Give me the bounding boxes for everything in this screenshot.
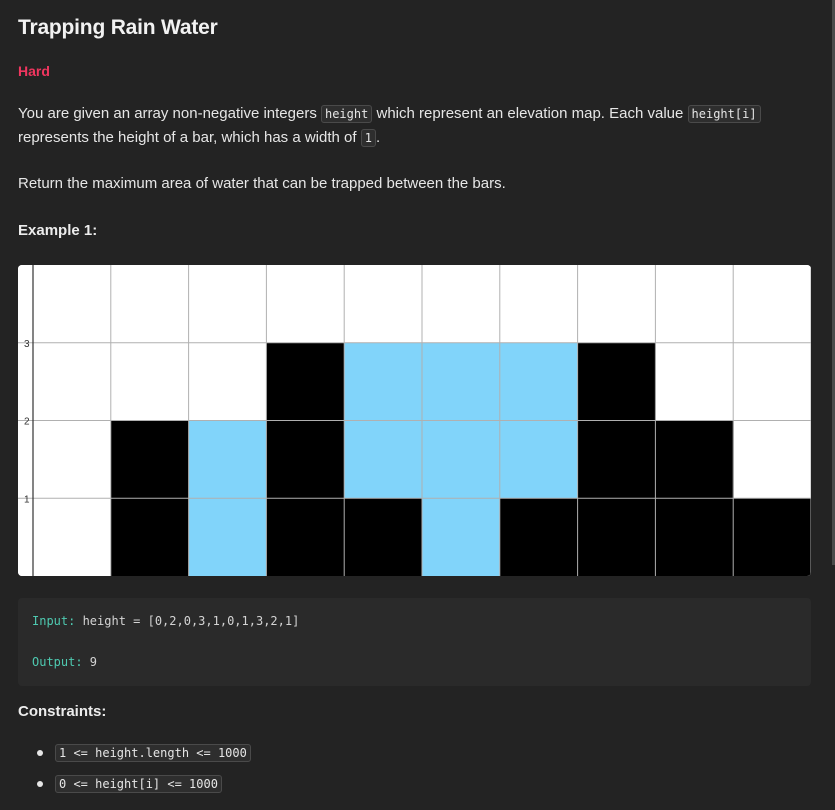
constraint-item: 1 <= height.length <= 1000: [18, 744, 251, 775]
inline-code-height: height: [320, 105, 373, 123]
constraint-code: 1 <= height.length <= 1000: [55, 744, 251, 762]
constraints-title: Constraints:: [18, 703, 107, 720]
description-text: which represent an elevation map. Each v…: [372, 105, 688, 122]
bullet-icon: [37, 781, 43, 787]
elevation-map-figure: 1 2 3: [18, 265, 811, 576]
elevation-bar: [344, 498, 423, 576]
elevation-bar: [499, 498, 579, 576]
elevation-bar: [266, 342, 345, 576]
example-io-block: Input: height = [0,2,0,3,1,0,1,3,2,1] Ou…: [18, 598, 811, 686]
y-tick-label: 3: [24, 339, 30, 350]
y-tick-label: 2: [24, 417, 30, 428]
bullet-icon: [37, 750, 43, 756]
output-label: Output:: [32, 655, 83, 669]
example-title: Example 1:: [18, 222, 98, 239]
inline-code-height-i: height[i]: [687, 105, 761, 123]
problem-task: Return the maximum area of water that ca…: [18, 175, 506, 192]
water-block: [422, 342, 501, 576]
output-value: 9: [82, 655, 98, 669]
input-value: height = [0,2,0,3,1,0,1,3,2,1]: [75, 614, 300, 628]
y-tick-label: 1: [24, 494, 30, 505]
constraint-code: 0 <= height[i] <= 1000: [55, 775, 222, 793]
input-label: Input:: [32, 614, 76, 628]
example-input: Input: height = [0,2,0,3,1,0,1,3,2,1]: [32, 614, 299, 628]
elevation-map-chart: 1 2 3: [18, 265, 811, 576]
example-output: Output: 9: [32, 655, 97, 669]
description-text: .: [375, 129, 381, 146]
elevation-bar: [577, 342, 656, 576]
elevation-bar: [733, 498, 811, 576]
constraint-item: 0 <= height[i] <= 1000: [18, 775, 251, 806]
description-text: You are given an array non-negative inte…: [18, 105, 321, 122]
problem-title: Trapping Rain Water: [18, 16, 218, 39]
problem-description: You are given an array non-negative inte…: [18, 102, 808, 150]
inline-code-one: 1: [360, 129, 376, 147]
difficulty-badge: Hard: [18, 63, 50, 79]
constraints-list: 1 <= height.length <= 1000 0 <= height[i…: [18, 744, 251, 806]
description-text: represents the height of a bar, which ha…: [18, 129, 361, 146]
